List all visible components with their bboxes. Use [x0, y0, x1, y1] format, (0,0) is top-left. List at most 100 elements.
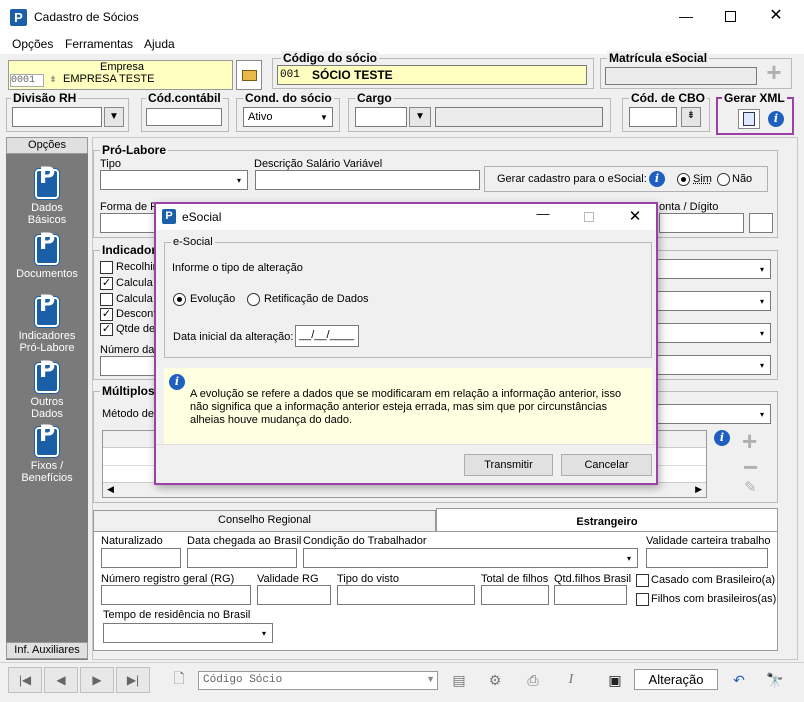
sidebar-item-documentos[interactable]: Documentos	[6, 235, 88, 280]
gerar-xml-button[interactable]	[738, 109, 760, 129]
tipo-visto-label: Tipo do visto	[337, 573, 399, 585]
sidebar-item-outros-dados[interactable]: Outros Dados	[6, 363, 88, 420]
sidebar-item-fixos[interactable]: Fixos / Benefícios	[6, 427, 88, 484]
sidebar-footer[interactable]: Inf. Auxiliares	[6, 642, 88, 659]
sim-radio[interactable]	[677, 173, 690, 186]
data-inicial-field[interactable]: __/__/____	[295, 325, 359, 347]
divisao-dropdown[interactable]: ▼	[104, 107, 124, 127]
digito-field[interactable]	[749, 213, 773, 233]
numero-field[interactable]	[100, 356, 160, 376]
maximize-button[interactable]	[708, 4, 752, 30]
descricao-field[interactable]	[255, 170, 480, 190]
first-record-button[interactable]: |◀	[8, 667, 42, 693]
casado-checkbox[interactable]	[636, 574, 649, 587]
desconto-checkbox[interactable]: ✓	[100, 308, 113, 321]
qtd-filhos-field[interactable]	[554, 585, 627, 605]
cargo-label: Cargo	[355, 91, 394, 105]
tipo-visto-field[interactable]	[337, 585, 475, 605]
qtde-label: Qtde de	[116, 323, 156, 335]
matricula-field[interactable]	[605, 67, 757, 85]
app-icon: P	[10, 9, 27, 26]
cargo-field[interactable]	[355, 107, 407, 127]
tab-estrangeiro[interactable]: Estrangeiro	[436, 508, 778, 532]
print-icon[interactable]: ⎙	[518, 667, 548, 693]
italic-icon[interactable]: I	[556, 667, 586, 693]
cond-socio-select[interactable]: Ativo ▼	[243, 107, 333, 127]
naturalizado-field[interactable]	[101, 548, 181, 568]
tempo-select[interactable]: ▾	[103, 623, 273, 643]
indicador-select-1[interactable]: ▾	[649, 259, 771, 279]
settings-icon[interactable]: ⚙	[480, 667, 510, 693]
qtde-checkbox[interactable]: ✓	[100, 323, 113, 336]
info-icon[interactable]: i	[714, 430, 730, 446]
info-icon[interactable]: i	[649, 171, 665, 187]
filhos-br-checkbox[interactable]	[636, 593, 649, 606]
codigo-socio-label: Código do sócio	[281, 51, 379, 65]
indicador-select-3[interactable]: ▾	[649, 323, 771, 343]
recolhimento-checkbox[interactable]	[100, 261, 113, 274]
empresa-code[interactable]: 0001	[10, 74, 44, 87]
menu-opcoes[interactable]: Opções	[12, 37, 53, 51]
dialog-info-text: A evolução se refere a dados que se modi…	[190, 388, 622, 426]
retificacao-radio[interactable]	[247, 293, 260, 306]
numero-rg-label: Número registro geral (RG)	[101, 573, 235, 585]
codigo-socio-field[interactable]: 001 SÓCIO TESTE	[277, 65, 587, 85]
search-input[interactable]: Código Sócio ▼	[198, 671, 438, 690]
cbo-field[interactable]	[629, 107, 677, 127]
tab-conselho[interactable]: Conselho Regional	[93, 510, 436, 531]
minimize-button[interactable]: —	[664, 4, 708, 30]
menu-ajuda[interactable]: Ajuda	[144, 37, 175, 51]
indicador-select-4[interactable]: ▾	[649, 355, 771, 375]
last-record-button[interactable]: ▶|	[116, 667, 150, 693]
data-chegada-field[interactable]	[187, 548, 297, 568]
edit-row-icon[interactable]: ✎	[744, 478, 757, 496]
conta-field[interactable]	[659, 213, 744, 233]
new-document-icon[interactable]: 🗋	[164, 667, 194, 693]
desconto-label: Descont	[116, 308, 157, 320]
undo-icon[interactable]: ↶	[724, 667, 754, 693]
cod-contabil-field[interactable]	[146, 108, 222, 126]
sim-label[interactable]: Sim	[693, 173, 712, 185]
divisao-label: Divisão RH	[11, 91, 79, 105]
binoculars-icon[interactable]: 🔭	[760, 667, 790, 693]
dialog-close-button[interactable]: ✕	[618, 206, 652, 228]
sidebar-item-indicadores[interactable]: Indicadores Pró-Labore	[6, 297, 88, 354]
cargo-dropdown[interactable]: ▼	[409, 107, 431, 127]
chevron-down-icon: ▾	[236, 175, 241, 185]
prev-record-button[interactable]: ◀	[44, 667, 78, 693]
numero-rg-field[interactable]	[101, 585, 251, 605]
nao-label[interactable]: Não	[732, 173, 752, 185]
info-icon[interactable]: i	[768, 111, 784, 127]
divisao-field[interactable]	[12, 107, 102, 127]
retificacao-label[interactable]: Retificação de Dados	[264, 293, 369, 305]
close-button[interactable]: ✕	[754, 4, 798, 30]
dialog-title-bar: P eSocial — ✕	[156, 204, 656, 230]
sidebar-item-dados-basicos[interactable]: Dados Básicos	[6, 169, 88, 226]
menu-ferramentas[interactable]: Ferramentas	[65, 37, 133, 51]
next-record-button[interactable]: ▶	[80, 667, 114, 693]
empresa-spin-icon[interactable]: ⇟	[46, 74, 60, 87]
evolucao-label[interactable]: Evolução	[190, 293, 235, 305]
condicao-select[interactable]: ▾	[303, 548, 638, 568]
validade-carteira-field[interactable]	[646, 548, 768, 568]
validade-rg-field[interactable]	[257, 585, 331, 605]
filhos-br-label: Filhos com brasileiros(as)	[651, 593, 777, 605]
cbo-spin[interactable]: ⇟	[681, 107, 701, 127]
calcula1-checkbox[interactable]: ✓	[100, 277, 113, 290]
calcula2-checkbox[interactable]	[100, 293, 113, 306]
transmitir-button[interactable]: Transmitir	[464, 454, 553, 476]
evolucao-radio[interactable]	[173, 293, 186, 306]
forma-field[interactable]	[100, 213, 160, 233]
open-folder-button[interactable]	[236, 60, 262, 90]
tipo-select[interactable]: ▾	[100, 170, 248, 190]
export-icon[interactable]: ▤	[444, 667, 474, 693]
indicador-select-2[interactable]: ▾	[649, 291, 771, 311]
cancelar-button[interactable]: Cancelar	[561, 454, 652, 476]
chevron-down-icon: ▼	[426, 674, 435, 684]
dialog-minimize-button[interactable]: —	[526, 206, 560, 228]
add-icon[interactable]: +	[763, 59, 785, 85]
nao-radio[interactable]	[717, 173, 730, 186]
metodo-select[interactable]: ▾	[649, 404, 771, 424]
total-filhos-field[interactable]	[481, 585, 549, 605]
save-icon[interactable]: ▣	[600, 667, 630, 693]
